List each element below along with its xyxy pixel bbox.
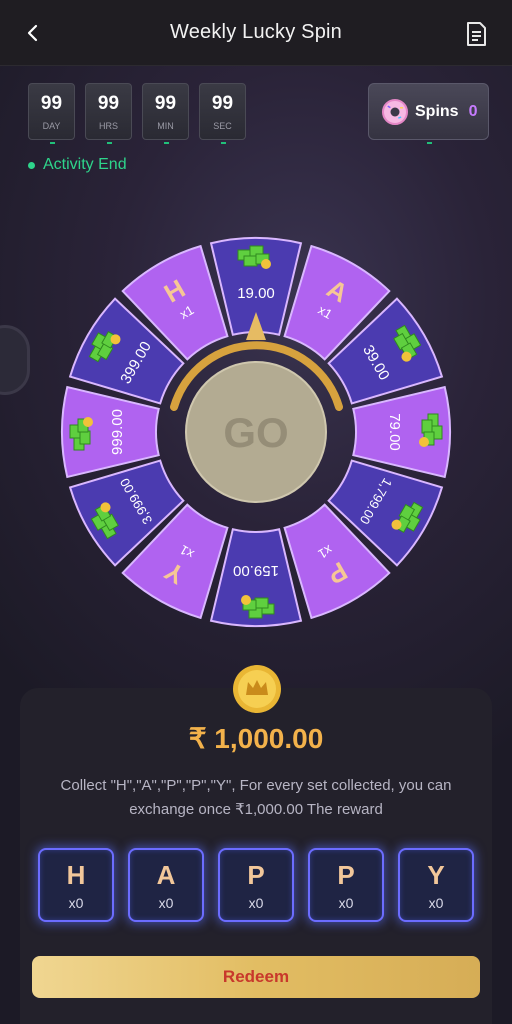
go-label: GO	[223, 409, 288, 456]
letter-value: P	[337, 859, 355, 890]
crown-coin-icon	[233, 665, 281, 713]
letter-card-a: A x0	[128, 848, 204, 922]
reward-amount: ₹ 1,000.00	[188, 723, 324, 754]
letter-collection: H x0 A x0 P x0 P x0 Y x0	[38, 848, 474, 922]
timer-sec: 99 SEC	[199, 83, 246, 144]
letter-count: x0	[338, 894, 354, 911]
segment-amount: 159.00	[233, 562, 279, 579]
segment-amount: 79.00	[386, 413, 403, 451]
document-icon	[467, 22, 486, 46]
spins-label: Spins	[415, 102, 459, 120]
letter-count: x0	[428, 894, 444, 911]
timer-sec-value: 99	[211, 92, 234, 114]
segment-amount: 999.00	[109, 409, 126, 455]
letter-value: H	[66, 859, 86, 890]
prize-wheel: 19.00 Ax139.0079.001,799.00Px1159.00Yx13,…	[61, 237, 452, 628]
letter-card-p2: P x0	[308, 848, 384, 922]
activity-status: Activity End	[28, 156, 127, 174]
top-bar: Weekly Lucky Spin	[0, 0, 512, 66]
back-button[interactable]	[18, 18, 48, 48]
status-dot-icon	[28, 161, 35, 169]
donut-icon	[382, 98, 408, 125]
rules-button[interactable]	[462, 20, 490, 48]
timer-day: 99 DAY	[28, 83, 75, 144]
spins-count: 0	[468, 102, 478, 120]
timer-sec-unit: SEC	[213, 120, 232, 131]
letter-value: Y	[427, 859, 445, 890]
letter-card-y: Y x0	[398, 848, 474, 922]
countdown-timer: 99 DAY 99 HRS 99 MIN 99 SEC	[28, 83, 246, 144]
timer-day-value: 99	[40, 92, 63, 114]
timer-min: 99 MIN	[142, 83, 189, 144]
timer-min-value: 99	[154, 92, 177, 114]
chevron-left-icon	[27, 24, 38, 42]
activity-label: Activity End	[43, 156, 127, 173]
letter-value: P	[247, 859, 265, 890]
timer-hrs-value: 99	[97, 92, 120, 114]
go-button[interactable]: GO	[185, 361, 327, 503]
spins-counter[interactable]: Spins 0	[368, 83, 489, 144]
timer-hrs: 99 HRS	[85, 83, 132, 144]
letter-card-p1: P x0	[218, 848, 294, 922]
redeem-button[interactable]: Redeem	[32, 956, 480, 998]
letter-card-h: H x0	[38, 848, 114, 922]
reward-description: Collect "H","A","P","P","Y", For every s…	[60, 777, 452, 818]
timer-day-unit: DAY	[42, 120, 61, 131]
page-title: Weekly Lucky Spin	[170, 21, 342, 43]
letter-value: A	[156, 859, 176, 890]
timer-hrs-unit: HRS	[98, 120, 118, 131]
letter-count: x0	[248, 894, 264, 911]
segment-amount: 19.00	[237, 285, 275, 302]
letter-count: x0	[158, 894, 174, 911]
letter-count: x0	[68, 894, 84, 911]
timer-min-unit: MIN	[157, 120, 174, 131]
